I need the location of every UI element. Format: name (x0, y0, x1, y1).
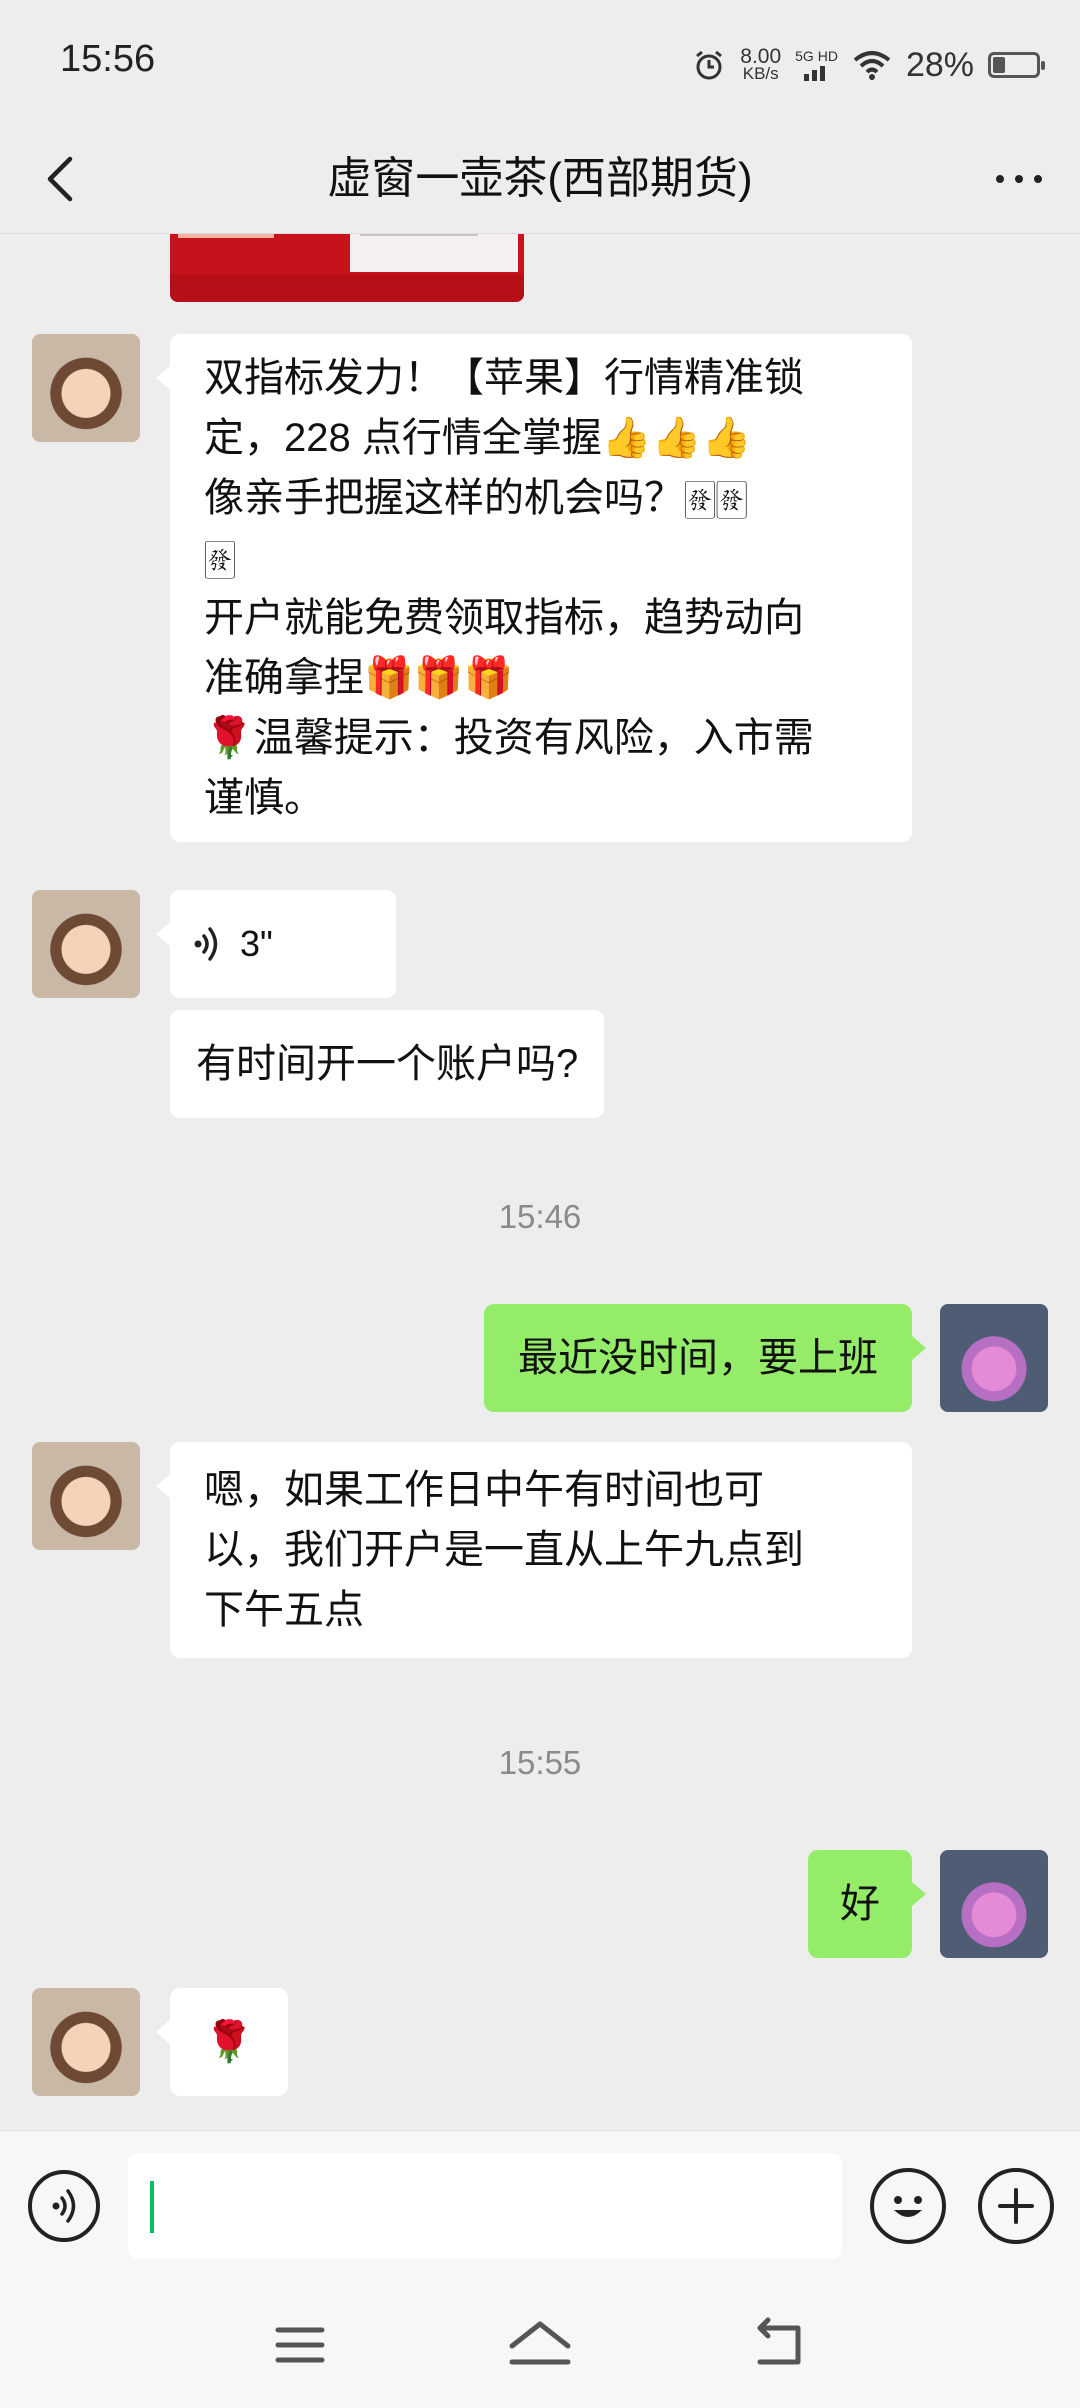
message-text: 🌹 (204, 2020, 254, 2064)
image-content (178, 234, 338, 246)
message-text-line: 定，228 点行情全掌握👍👍👍 (204, 416, 752, 460)
message-list[interactable]: 双指标发力！【苹果】行情精准锁 定，228 点行情全掌握👍👍👍 像亲手把握这样的… (0, 234, 1080, 2130)
message-text-line: 准确拿捏🎁🎁🎁 (204, 656, 514, 700)
image-footer (170, 274, 524, 302)
message-text: 有时间开一个账户吗? (196, 1042, 579, 1086)
voice-duration: 3" (240, 923, 273, 964)
menu-nav-button[interactable] (260, 2310, 340, 2380)
more-button[interactable] (984, 149, 1054, 209)
battery-icon (988, 52, 1045, 78)
chat-header: 虚窗一壶茶(西部期货) (0, 125, 1080, 234)
wifi-icon (853, 51, 891, 80)
emoji-button[interactable] (870, 2168, 946, 2244)
message-text-line: 像亲手把握这样的机会吗？🀅🀅 (204, 476, 748, 520)
message-input[interactable] (128, 2153, 842, 2259)
message-bubble-outgoing[interactable]: 好 (808, 1850, 926, 1958)
message-text-line: 开户就能免费领取指标，趋势动向 (204, 596, 804, 640)
text-caret (150, 2181, 154, 2233)
image-message[interactable] (170, 234, 524, 302)
contact-avatar[interactable] (32, 334, 140, 442)
message-text-line: 以，我们开户是一直从上午九点到 (204, 1528, 804, 1572)
back-nav-button[interactable] (740, 2310, 820, 2380)
battery-percent: 28% (905, 45, 974, 84)
more-dot-icon (1034, 175, 1042, 183)
voice-input-button[interactable] (28, 2170, 100, 2242)
smiley-icon (894, 2196, 922, 2217)
message-timestamp: 15:46 (498, 1198, 582, 1235)
contact-avatar[interactable] (32, 1442, 140, 1550)
my-avatar[interactable] (940, 1304, 1048, 1412)
message-text-line: 嗯，如果工作日中午有时间也可 (204, 1468, 764, 1512)
status-bar: 15:56 8.00 KB/s 5G HD 28% (0, 0, 1080, 125)
message-bubble-incoming[interactable]: 嗯，如果工作日中午有时间也可 以，我们开户是一直从上午九点到 下午五点 (156, 1442, 912, 1658)
home-nav-button[interactable] (500, 2310, 580, 2380)
message-text-line: 双指标发力！【苹果】行情精准锁 (204, 356, 804, 400)
more-actions-button[interactable] (978, 2168, 1054, 2244)
input-bar (0, 2130, 1080, 2281)
system-navigation-bar (0, 2280, 1080, 2408)
message-text-line: 谨慎。 (204, 776, 324, 820)
message-text-line: 🀅 (204, 536, 236, 580)
plus-icon (998, 2188, 1034, 2224)
home-icon (509, 2321, 571, 2365)
message-bubble-incoming[interactable]: 🌹 (156, 1988, 288, 2096)
status-time: 15:56 (60, 38, 156, 80)
message-text-line: 下午五点 (204, 1588, 364, 1632)
voice-wave-icon (194, 927, 218, 961)
message-bubble-outgoing[interactable]: 最近没时间，要上班 (484, 1304, 926, 1412)
return-icon (757, 2317, 801, 2365)
voice-message[interactable]: 3" (156, 890, 396, 998)
net-speed-unit: KB/s (742, 64, 779, 83)
message-timestamp: 15:55 (498, 1744, 582, 1781)
more-dot-icon (996, 175, 1004, 183)
menu-icon (275, 2327, 325, 2363)
message-text-line: 🌹温馨提示：投资有风险，入市需 (204, 716, 814, 760)
cellular-signal: 5G HD (795, 49, 838, 81)
contact-avatar[interactable] (32, 1988, 140, 2096)
image-content (350, 234, 518, 272)
status-indicators: 8.00 KB/s 5G HD 28% (692, 40, 1045, 90)
alarm-icon (696, 50, 723, 80)
contact-avatar[interactable] (32, 890, 140, 998)
my-avatar[interactable] (940, 1850, 1048, 1958)
message-text: 最近没时间，要上班 (518, 1336, 878, 1380)
more-dot-icon (1015, 175, 1023, 183)
net-speed: 8.00 KB/s (740, 45, 782, 83)
message-bubble-incoming[interactable]: 有时间开一个账户吗? (170, 1010, 605, 1118)
signal-bars-icon (803, 66, 825, 81)
voice-wave-icon (52, 2189, 76, 2223)
chat-title: 虚窗一壶茶(西部期货) (327, 154, 753, 203)
message-bubble-incoming[interactable]: 双指标发力！【苹果】行情精准锁 定，228 点行情全掌握👍👍👍 像亲手把握这样的… (156, 334, 912, 842)
message-text: 好 (840, 1882, 880, 1926)
net-speed-value: 8.00 (740, 45, 782, 68)
network-type: 5G HD (795, 48, 838, 64)
